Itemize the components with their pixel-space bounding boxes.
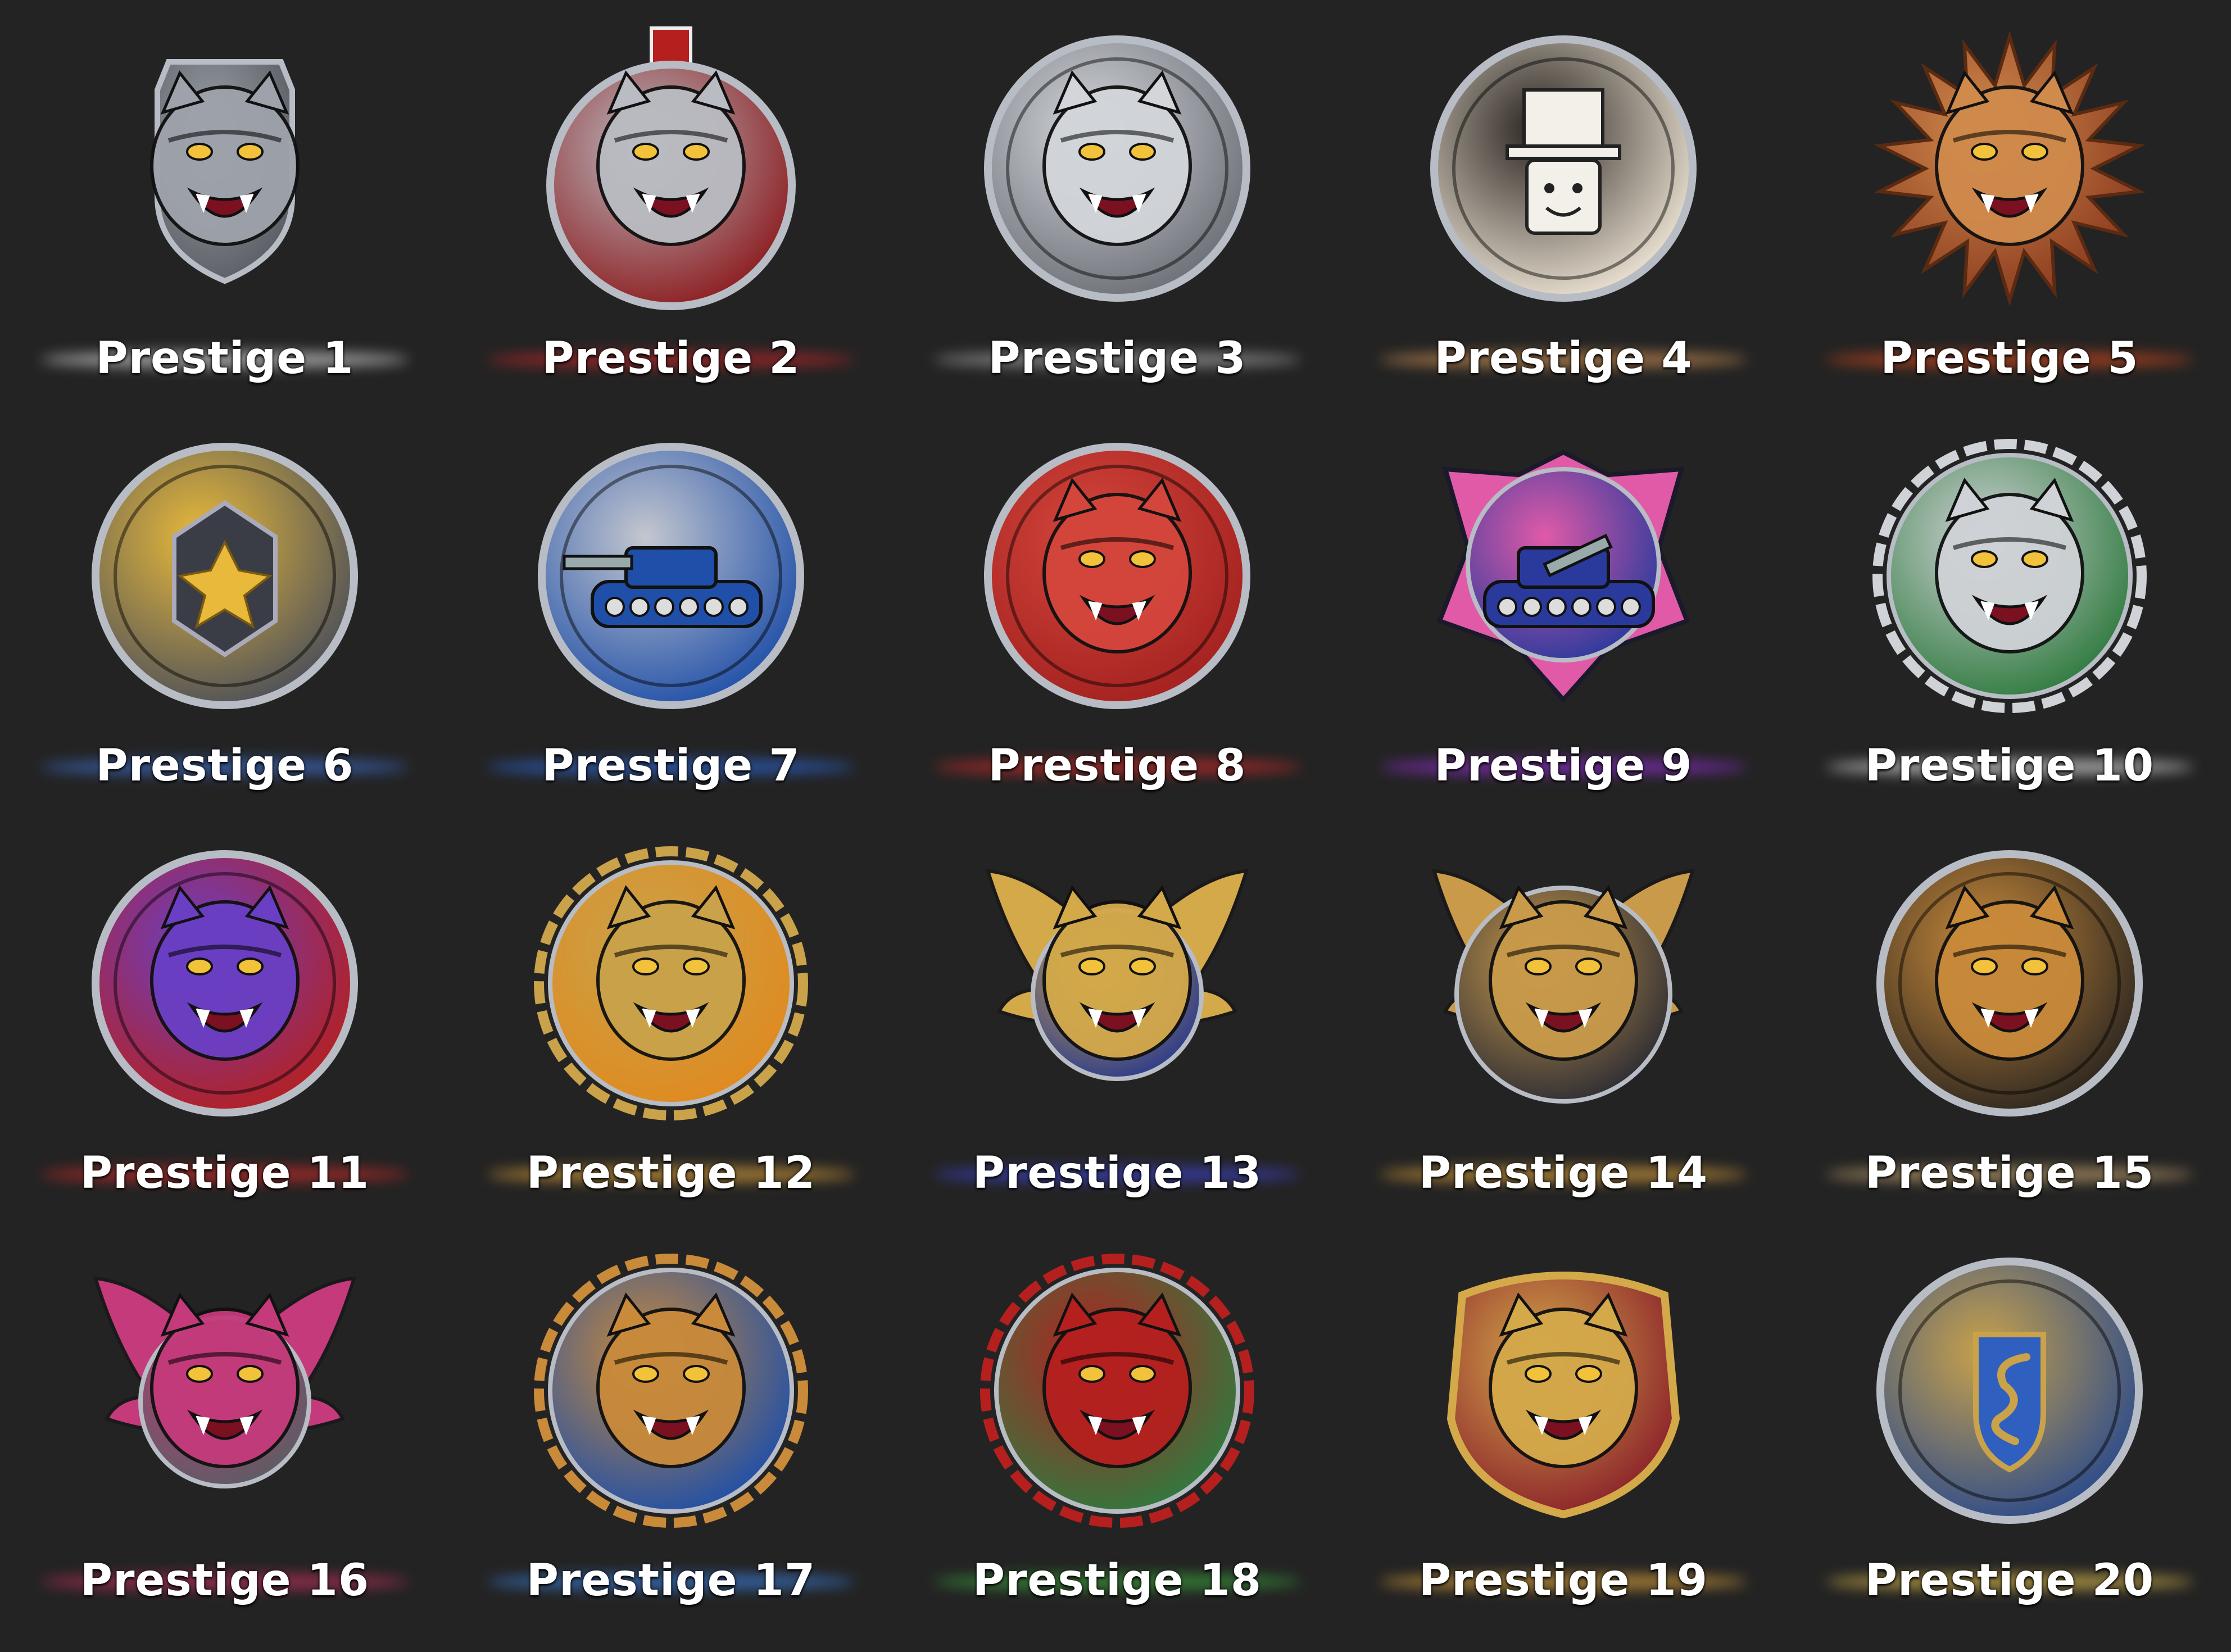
prestige-label: Prestige 3: [988, 333, 1246, 384]
prestige-badge-card[interactable]: Prestige 9: [1340, 407, 1786, 815]
prestige-badge-grid: Prestige 1 Prestige 2 Prestige 3 Prestige 4…: [0, 0, 2231, 1652]
prestige-label: Prestige 7: [542, 741, 800, 791]
prestige-label: Prestige 16: [80, 1555, 370, 1606]
prestige-label-wrap: Prestige 19: [1340, 1554, 1786, 1608]
prestige-label: Prestige 5: [1880, 333, 2139, 384]
mech-wolf-icon: [977, 28, 1258, 309]
prestige-badge-card[interactable]: Prestige 13: [894, 815, 1340, 1222]
prestige-label: Prestige 2: [542, 333, 800, 384]
prestige-badge-card[interactable]: Prestige 4: [1340, 0, 1786, 407]
flame-crest-icon: [1869, 28, 2150, 309]
prestige-label-wrap: Prestige 7: [448, 739, 894, 793]
prestige-label: Prestige 1: [96, 333, 354, 384]
prestige-label-wrap: Prestige 4: [1340, 332, 1786, 385]
prestige-label: Prestige 4: [1434, 333, 1693, 384]
prestige-label: Prestige 10: [1865, 741, 2155, 791]
prestige-label-wrap: Prestige 2: [448, 332, 894, 385]
prestige-badge-card[interactable]: Prestige 2: [448, 0, 894, 407]
prestige-label-wrap: Prestige 11: [2, 1146, 448, 1200]
prestige-label: Prestige 8: [988, 741, 1246, 791]
tiger-icon: [530, 843, 811, 1124]
prestige-badge-card[interactable]: Prestige 14: [1340, 815, 1786, 1222]
beasts-icon: [1869, 843, 2150, 1124]
prestige-badge-card[interactable]: Prestige 12: [448, 815, 894, 1222]
prestige-badge-card[interactable]: Prestige 11: [2, 815, 448, 1222]
bear-wolf-icon: [977, 435, 1258, 716]
prestige-badge-card[interactable]: Prestige 1: [2, 0, 448, 407]
lion-icon: [1423, 1250, 1704, 1531]
prestige-badge-card[interactable]: Prestige 7: [448, 407, 894, 815]
prestige-label-wrap: Prestige 5: [1786, 332, 2231, 385]
dragon-head-icon: [530, 1250, 811, 1531]
prestige-label-wrap: Prestige 14: [1340, 1146, 1786, 1200]
robot-panther-icon: [530, 26, 811, 310]
prestige-badge-card[interactable]: Prestige 3: [894, 0, 1340, 407]
prestige-label: Prestige 12: [526, 1148, 816, 1199]
prestige-label-wrap: Prestige 15: [1786, 1146, 2231, 1200]
prestige-badge-card[interactable]: Prestige 15: [1786, 815, 2231, 1222]
prestige-label: Prestige 9: [1434, 741, 1693, 791]
prestige-badge-card[interactable]: Prestige 10: [1786, 407, 2231, 815]
prestige-badge-card[interactable]: Prestige 20: [1786, 1222, 2231, 1630]
tank-icon: [530, 435, 811, 716]
prestige-label-wrap: Prestige 13: [894, 1146, 1340, 1200]
avatar-top-hat-icon: [1423, 28, 1704, 309]
snake-emblem-icon: [1869, 1250, 2150, 1531]
winged-beast-icon: [977, 843, 1258, 1124]
prestige-badge-card[interactable]: Prestige 17: [448, 1222, 894, 1630]
eagle-icon: [1423, 843, 1704, 1124]
prestige-label-wrap: Prestige 8: [894, 739, 1340, 793]
prestige-badge-card[interactable]: Prestige 18: [894, 1222, 1340, 1630]
prestige-label: Prestige 13: [972, 1148, 1262, 1199]
bull-icon: [84, 1250, 365, 1531]
dragon-icon: [84, 28, 365, 309]
dinosaur-icon: [84, 843, 365, 1124]
prestige-label-wrap: Prestige 18: [894, 1554, 1340, 1608]
prestige-label-wrap: Prestige 20: [1786, 1554, 2231, 1608]
prestige-label-wrap: Prestige 6: [2, 739, 448, 793]
prestige-label: Prestige 14: [1418, 1148, 1708, 1199]
prestige-label: Prestige 17: [526, 1555, 816, 1606]
prestige-badge-card[interactable]: Prestige 19: [1340, 1222, 1786, 1630]
prestige-label: Prestige 15: [1865, 1148, 2155, 1199]
prestige-badge-card[interactable]: Prestige 8: [894, 407, 1340, 815]
star-gem-icon: [84, 435, 365, 716]
prestige-label-wrap: Prestige 9: [1340, 739, 1786, 793]
prestige-label: Prestige 20: [1865, 1555, 2155, 1606]
serpents-icon: [977, 1250, 1258, 1531]
prestige-label-wrap: Prestige 10: [1786, 739, 2231, 793]
prestige-badge-card[interactable]: Prestige 5: [1786, 0, 2231, 407]
prestige-badge-card[interactable]: Prestige 16: [2, 1222, 448, 1630]
prestige-label: Prestige 6: [96, 741, 354, 791]
prestige-label-wrap: Prestige 1: [2, 332, 448, 385]
prestige-label: Prestige 19: [1418, 1555, 1708, 1606]
prestige-label: Prestige 18: [972, 1555, 1262, 1606]
artillery-tank-icon: [1423, 435, 1704, 716]
prestige-badge-card[interactable]: Prestige 6: [2, 407, 448, 815]
prestige-label-wrap: Prestige 16: [2, 1554, 448, 1608]
prestige-label-wrap: Prestige 12: [448, 1146, 894, 1200]
prestige-label-wrap: Prestige 17: [448, 1554, 894, 1608]
white-tiger-icon: [1869, 435, 2150, 716]
prestige-label-wrap: Prestige 3: [894, 332, 1340, 385]
prestige-label: Prestige 11: [80, 1148, 370, 1199]
